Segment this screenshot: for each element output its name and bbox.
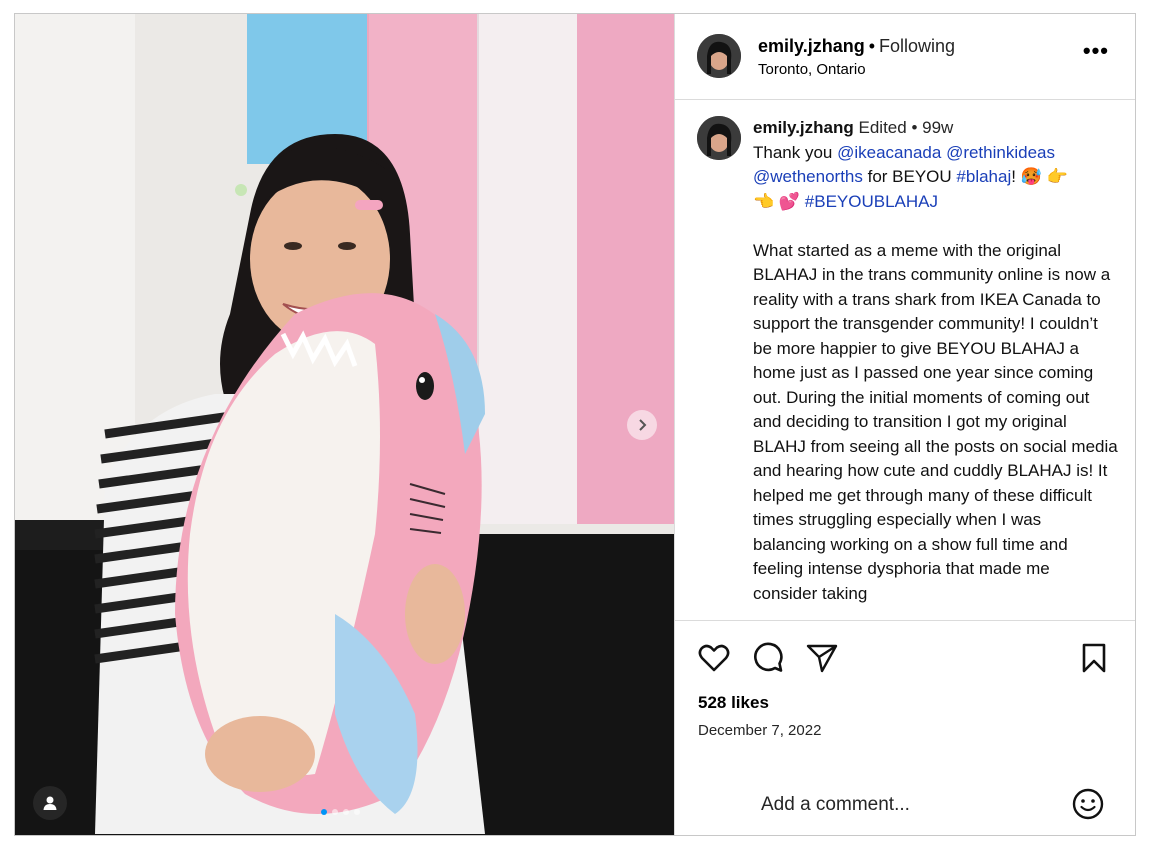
post-header: emily.jzhang • Following Toronto, Ontario … [675, 14, 1135, 100]
user-tag-icon [43, 796, 57, 810]
comment-row [675, 773, 1135, 837]
carousel-dot [332, 809, 338, 815]
likes-count[interactable]: 528 likes [698, 693, 769, 713]
next-slide-button[interactable] [627, 410, 657, 440]
more-options-button[interactable]: ••• [1083, 38, 1109, 64]
post-date: December 7, 2022 [698, 722, 822, 739]
carousel-dot [354, 809, 360, 815]
hashtag-link[interactable]: #BEYOUBLAHAJ [805, 192, 938, 211]
share-button[interactable] [805, 641, 839, 675]
save-button[interactable] [1077, 641, 1111, 675]
avatar[interactable] [697, 34, 741, 78]
avatar[interactable] [697, 116, 741, 160]
caption-text: for BEYOU [862, 167, 957, 186]
post-caption: emily.jzhang Edited • 99w Thank you @ike… [753, 116, 1118, 606]
smiley-icon [1072, 788, 1104, 820]
separator: • [911, 118, 918, 137]
caption-text: Thank you [753, 142, 838, 162]
photo-scene [15, 14, 674, 835]
following-button[interactable]: Following [879, 36, 955, 56]
like-button[interactable] [697, 641, 731, 675]
bookmark-icon [1082, 643, 1106, 673]
emoji-button[interactable] [1071, 787, 1105, 821]
comment-icon [754, 642, 783, 672]
instagram-post: emily.jzhang • Following Toronto, Ontario … [14, 13, 1136, 836]
comment-button[interactable] [751, 641, 785, 675]
comment-input[interactable] [759, 787, 1053, 823]
profile-photo [697, 116, 741, 160]
post-age[interactable]: 99w [922, 118, 953, 137]
edited-label: Edited [858, 118, 907, 137]
post-actions: 528 likes December 7, 2022 [675, 620, 1135, 835]
mention-link[interactable]: @wethenorths [753, 167, 863, 186]
caption-emoji: 👈 💕 [753, 191, 805, 211]
mention-link[interactable]: @rethinkideas [946, 143, 1055, 162]
caption-username[interactable]: emily.jzhang [753, 118, 854, 137]
carousel-dot [343, 809, 349, 815]
hashtag-link[interactable]: #blahaj [956, 167, 1011, 186]
caption-scroll-area[interactable]: emily.jzhang Edited • 99w Thank you @ike… [675, 100, 1135, 620]
post-location[interactable]: Toronto, Ontario [758, 61, 955, 78]
carousel-indicator [321, 809, 360, 815]
header-names: emily.jzhang • Following Toronto, Ontario [758, 36, 955, 78]
carousel-dot [321, 809, 327, 815]
mention-link[interactable]: @ikeacanada [837, 143, 941, 162]
tagged-users-button[interactable] [33, 786, 67, 820]
send-icon [806, 644, 838, 673]
caption-emoji: ! 🥵 👉 [1011, 167, 1068, 186]
post-username[interactable]: emily.jzhang [758, 36, 865, 56]
heart-icon [698, 644, 730, 672]
caption-body: What started as a meme with the original… [753, 240, 1118, 603]
chevron-right-icon [639, 419, 647, 431]
separator: • [868, 36, 876, 56]
profile-photo [697, 34, 741, 78]
post-photo[interactable] [15, 14, 674, 835]
post-side-panel: emily.jzhang • Following Toronto, Ontario … [674, 14, 1135, 835]
